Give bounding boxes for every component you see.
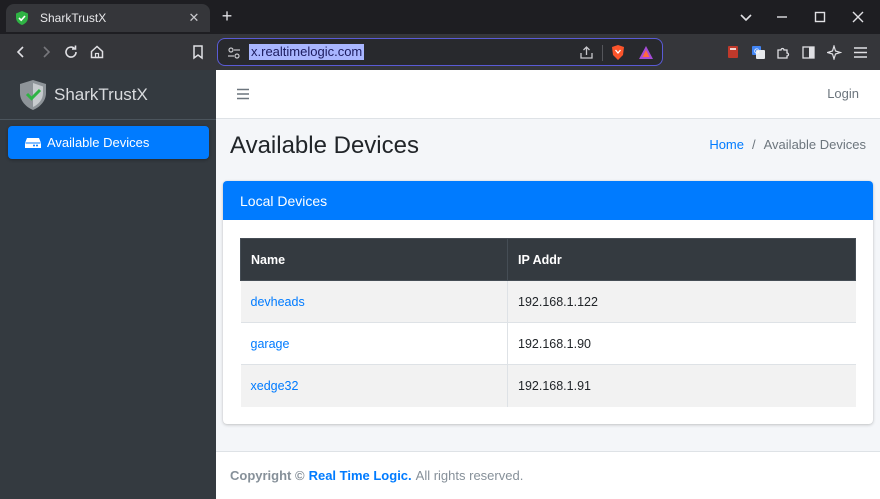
copyright-prefix: Copyright © bbox=[230, 468, 305, 483]
devices-table: Name IP Addr devheads 192.168.1.122 gara… bbox=[240, 238, 856, 407]
tab-title: SharkTrustX bbox=[40, 11, 107, 25]
hamburger-menu-icon[interactable] bbox=[236, 87, 250, 101]
breadcrumb: Home / Available Devices bbox=[709, 137, 866, 152]
breadcrumb-current: Available Devices bbox=[763, 137, 866, 152]
arrow-left-icon bbox=[16, 46, 24, 58]
shield-logo-icon bbox=[20, 79, 46, 110]
svg-text:G: G bbox=[754, 48, 759, 55]
sidebar: SharkTrustX Available Devices bbox=[0, 70, 216, 499]
device-ip-cell: 192.168.1.90 bbox=[507, 322, 856, 365]
sidebar-icon bbox=[801, 45, 815, 59]
home-button[interactable] bbox=[86, 41, 108, 63]
url-text[interactable]: x.realtimelogic.com bbox=[249, 44, 365, 60]
company-link[interactable]: Real Time Logic. bbox=[309, 468, 412, 483]
bookmark-icon bbox=[193, 45, 203, 60]
device-ip-cell: 192.168.1.91 bbox=[507, 364, 856, 407]
table-row: xedge32 192.168.1.91 bbox=[240, 364, 856, 407]
device-ip-cell: 192.168.1.122 bbox=[507, 280, 856, 323]
breadcrumb-home-link[interactable]: Home bbox=[709, 137, 744, 152]
close-icon[interactable] bbox=[849, 8, 867, 26]
page-title: Available Devices bbox=[230, 132, 419, 159]
minimize-icon[interactable] bbox=[773, 8, 791, 26]
leo-ai-button[interactable] bbox=[823, 41, 845, 63]
menu-icon bbox=[853, 46, 867, 58]
card-header: Local Devices bbox=[223, 181, 873, 220]
card-title: Local Devices bbox=[240, 192, 328, 209]
breadcrumb-separator: / bbox=[752, 137, 756, 152]
home-icon bbox=[90, 45, 104, 59]
table-row: devheads 192.168.1.122 bbox=[240, 280, 856, 323]
device-link[interactable]: garage bbox=[251, 337, 290, 351]
brand[interactable]: SharkTrustX bbox=[0, 70, 216, 120]
chevron-down-icon[interactable] bbox=[737, 8, 755, 26]
browser-menu-button[interactable] bbox=[849, 41, 871, 63]
column-header-name: Name bbox=[240, 238, 508, 281]
puzzle-icon bbox=[776, 47, 789, 59]
bookmark-button[interactable] bbox=[187, 41, 209, 63]
extension-red-button[interactable] bbox=[722, 41, 744, 63]
extensions-button[interactable] bbox=[772, 41, 794, 63]
translate-icon: G bbox=[751, 45, 765, 59]
table-header-row: Name IP Addr bbox=[240, 238, 856, 281]
device-name-cell: devheads bbox=[240, 280, 508, 323]
device-name-cell: xedge32 bbox=[240, 364, 508, 407]
browser-tab-strip: SharkTrustX ✕ + bbox=[0, 0, 880, 34]
login-link[interactable]: Login bbox=[827, 86, 859, 101]
sidebar-toggle-button[interactable] bbox=[797, 41, 819, 63]
brave-shields-icon[interactable] bbox=[610, 44, 626, 61]
top-navbar: Login bbox=[216, 70, 880, 119]
shield-icon bbox=[16, 11, 28, 25]
page-footer: Copyright © Real Time Logic. All rights … bbox=[216, 451, 880, 499]
reload-button[interactable] bbox=[60, 41, 82, 63]
device-link[interactable]: devheads bbox=[251, 295, 305, 309]
book-icon bbox=[728, 46, 738, 58]
browser-tab[interactable]: SharkTrustX ✕ bbox=[6, 4, 210, 32]
address-bar[interactable]: x.realtimelogic.com bbox=[217, 38, 663, 66]
tab-close-icon[interactable]: ✕ bbox=[186, 10, 202, 26]
sidebar-item-label: Available Devices bbox=[47, 135, 150, 150]
sidebar-item-available-devices[interactable]: Available Devices bbox=[8, 126, 209, 159]
share-icon[interactable] bbox=[579, 45, 594, 60]
browser-toolbar: x.realtimelogic.com G bbox=[0, 34, 880, 70]
brave-rewards-icon[interactable] bbox=[638, 45, 654, 60]
forward-button[interactable] bbox=[35, 41, 57, 63]
device-name-cell: garage bbox=[240, 322, 508, 365]
arrow-right-icon bbox=[43, 46, 51, 58]
column-header-ip: IP Addr bbox=[507, 238, 856, 281]
maximize-icon[interactable] bbox=[811, 8, 829, 26]
new-tab-button[interactable]: + bbox=[217, 5, 237, 27]
local-devices-card: Local Devices Name IP Addr devheads 192.… bbox=[223, 181, 873, 424]
brand-name: SharkTrustX bbox=[54, 84, 148, 104]
sparkle-icon bbox=[826, 44, 842, 60]
reload-icon bbox=[65, 45, 77, 58]
copyright-suffix: All rights reserved. bbox=[415, 468, 524, 483]
content-area: Login Available Devices Home / Available… bbox=[216, 70, 880, 499]
hdd-icon bbox=[25, 137, 41, 148]
translate-button[interactable]: G bbox=[747, 41, 769, 63]
site-settings-icon[interactable] bbox=[227, 46, 241, 60]
device-link[interactable]: xedge32 bbox=[251, 379, 299, 393]
table-row: garage 192.168.1.90 bbox=[240, 322, 856, 365]
back-button[interactable] bbox=[10, 41, 32, 63]
